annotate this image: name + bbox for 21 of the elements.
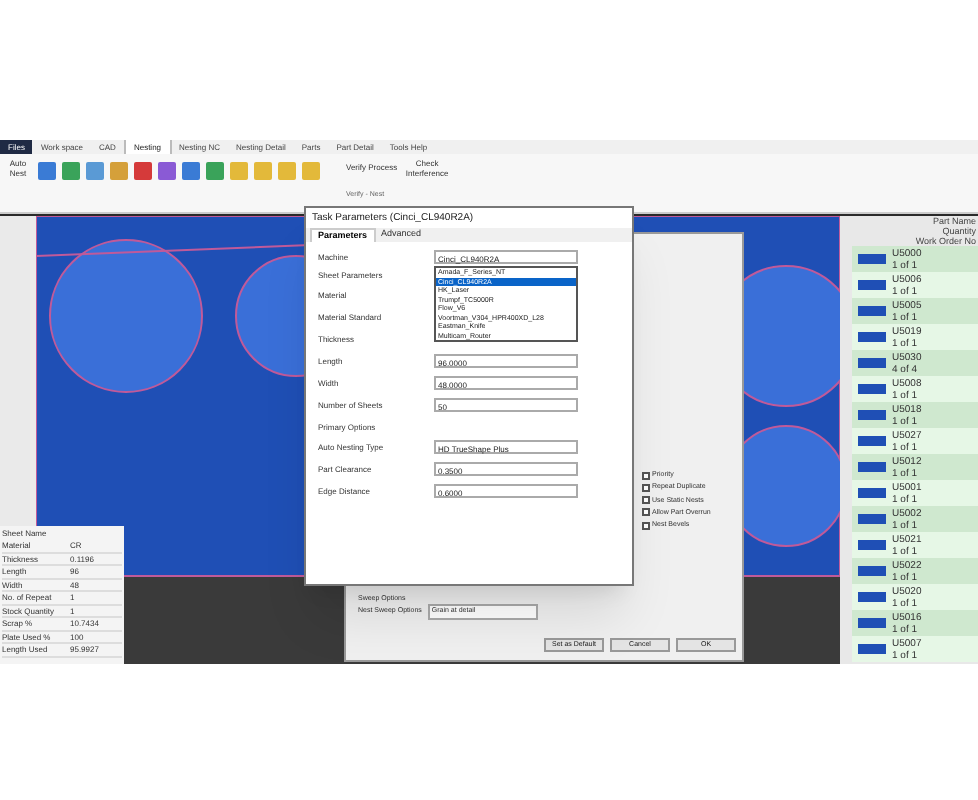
part-thumbnail — [858, 280, 886, 290]
part-thumbnail — [858, 644, 886, 654]
checkbox[interactable] — [642, 483, 650, 492]
part-thumbnail — [858, 514, 886, 524]
part-thumbnail — [858, 592, 886, 602]
checkbox[interactable] — [642, 471, 650, 480]
part-thumbnail — [858, 254, 886, 264]
part-thumbnail — [858, 358, 886, 368]
part-thumbnail — [858, 488, 886, 498]
part-thumbnail — [858, 436, 886, 446]
part-thumbnail — [858, 618, 886, 628]
checkbox[interactable] — [642, 508, 650, 517]
part-thumbnail — [858, 332, 886, 342]
checkbox[interactable] — [642, 521, 650, 530]
checkbox[interactable] — [642, 496, 650, 505]
part-thumbnail — [858, 306, 886, 316]
part-thumbnail — [858, 462, 886, 472]
part-thumbnail — [858, 540, 886, 550]
part-thumbnail — [858, 384, 886, 394]
part-thumbnail — [858, 410, 886, 420]
part-thumbnail — [858, 566, 886, 576]
